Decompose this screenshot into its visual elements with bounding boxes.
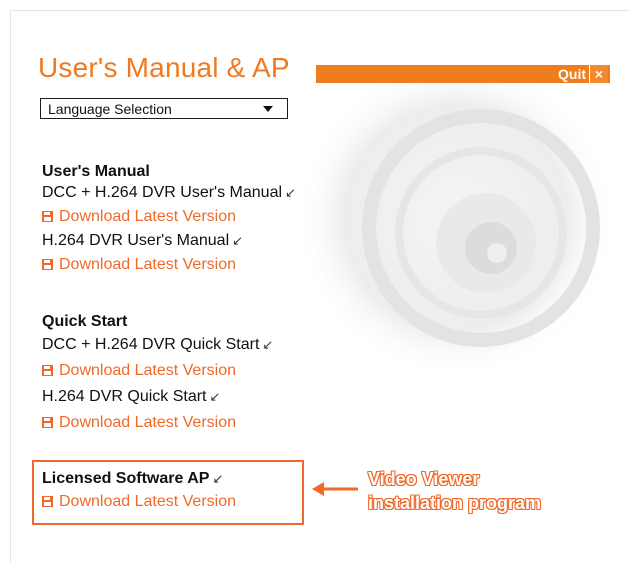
external-link-arrow-icon: ↙ bbox=[232, 233, 244, 248]
download-label: Download Latest Version bbox=[59, 256, 236, 273]
floppy-disk-icon bbox=[42, 365, 53, 376]
dcc-dvr-users-manual-download-link[interactable]: Download Latest Version bbox=[42, 208, 236, 226]
users-manual-heading: User's Manual bbox=[42, 163, 150, 180]
dvr-quick-start-download-link[interactable]: Download Latest Version bbox=[42, 414, 236, 432]
floppy-disk-icon bbox=[42, 496, 53, 507]
dvr-users-manual-download-link[interactable]: Download Latest Version bbox=[42, 256, 236, 274]
download-label: Download Latest Version bbox=[59, 493, 236, 510]
quick-start-heading: Quick Start bbox=[42, 313, 128, 330]
quit-button[interactable]: Quit bbox=[558, 66, 586, 82]
dvr-quick-start-label: H.264 DVR Quick Start bbox=[42, 388, 207, 405]
camera-lens-background-image bbox=[296, 58, 616, 378]
callout-arrow-icon bbox=[312, 482, 358, 496]
licensed-software-download-link[interactable]: Download Latest Version bbox=[42, 493, 236, 511]
language-selection-value: Language Selection bbox=[48, 101, 172, 117]
external-link-arrow-icon: ↙ bbox=[212, 471, 224, 486]
floppy-disk-icon bbox=[42, 211, 53, 222]
external-link-arrow-icon: ↙ bbox=[285, 185, 296, 200]
page-title: User's Manual & AP bbox=[38, 52, 290, 83]
external-link-arrow-icon: ↙ bbox=[209, 389, 221, 404]
header: User's Manual & AP Quit × bbox=[38, 50, 610, 90]
floppy-disk-icon bbox=[42, 259, 53, 270]
dvr-users-manual-label: H.264 DVR User's Manual bbox=[42, 232, 230, 249]
callout-line-2: installation program bbox=[368, 493, 542, 513]
download-label: Download Latest Version bbox=[59, 208, 236, 225]
language-selection-dropdown[interactable]: Language Selection bbox=[40, 98, 288, 119]
dvr-users-manual-link[interactable]: H.264 DVR User's Manual ↙ bbox=[42, 232, 243, 250]
dcc-dvr-users-manual-link[interactable]: DCC + H.264 DVR User's Manual ↙ bbox=[42, 184, 296, 202]
dcc-dvr-users-manual-label: DCC + H.264 DVR User's Manual bbox=[42, 184, 283, 201]
dvr-quick-start-link[interactable]: H.264 DVR Quick Start ↙ bbox=[42, 388, 220, 406]
dcc-dvr-quick-start-link[interactable]: DCC + H.264 DVR Quick Start ↙ bbox=[42, 336, 273, 354]
download-label: Download Latest Version bbox=[59, 414, 236, 431]
floppy-disk-icon bbox=[42, 417, 53, 428]
external-link-arrow-icon: ↙ bbox=[262, 337, 274, 352]
dcc-dvr-quick-start-download-link[interactable]: Download Latest Version bbox=[42, 362, 236, 380]
close-icon[interactable]: × bbox=[589, 65, 608, 83]
licensed-software-ap-link[interactable]: Licensed Software AP ↙ bbox=[42, 470, 223, 488]
download-label: Download Latest Version bbox=[59, 362, 236, 379]
chevron-down-icon bbox=[263, 106, 273, 112]
dcc-dvr-quick-start-label: DCC + H.264 DVR Quick Start bbox=[42, 336, 260, 353]
licensed-software-ap-label: Licensed Software AP bbox=[42, 470, 210, 487]
callout-annotation: Video Viewer installation program bbox=[368, 467, 568, 515]
callout-line-1: Video Viewer bbox=[368, 469, 480, 489]
